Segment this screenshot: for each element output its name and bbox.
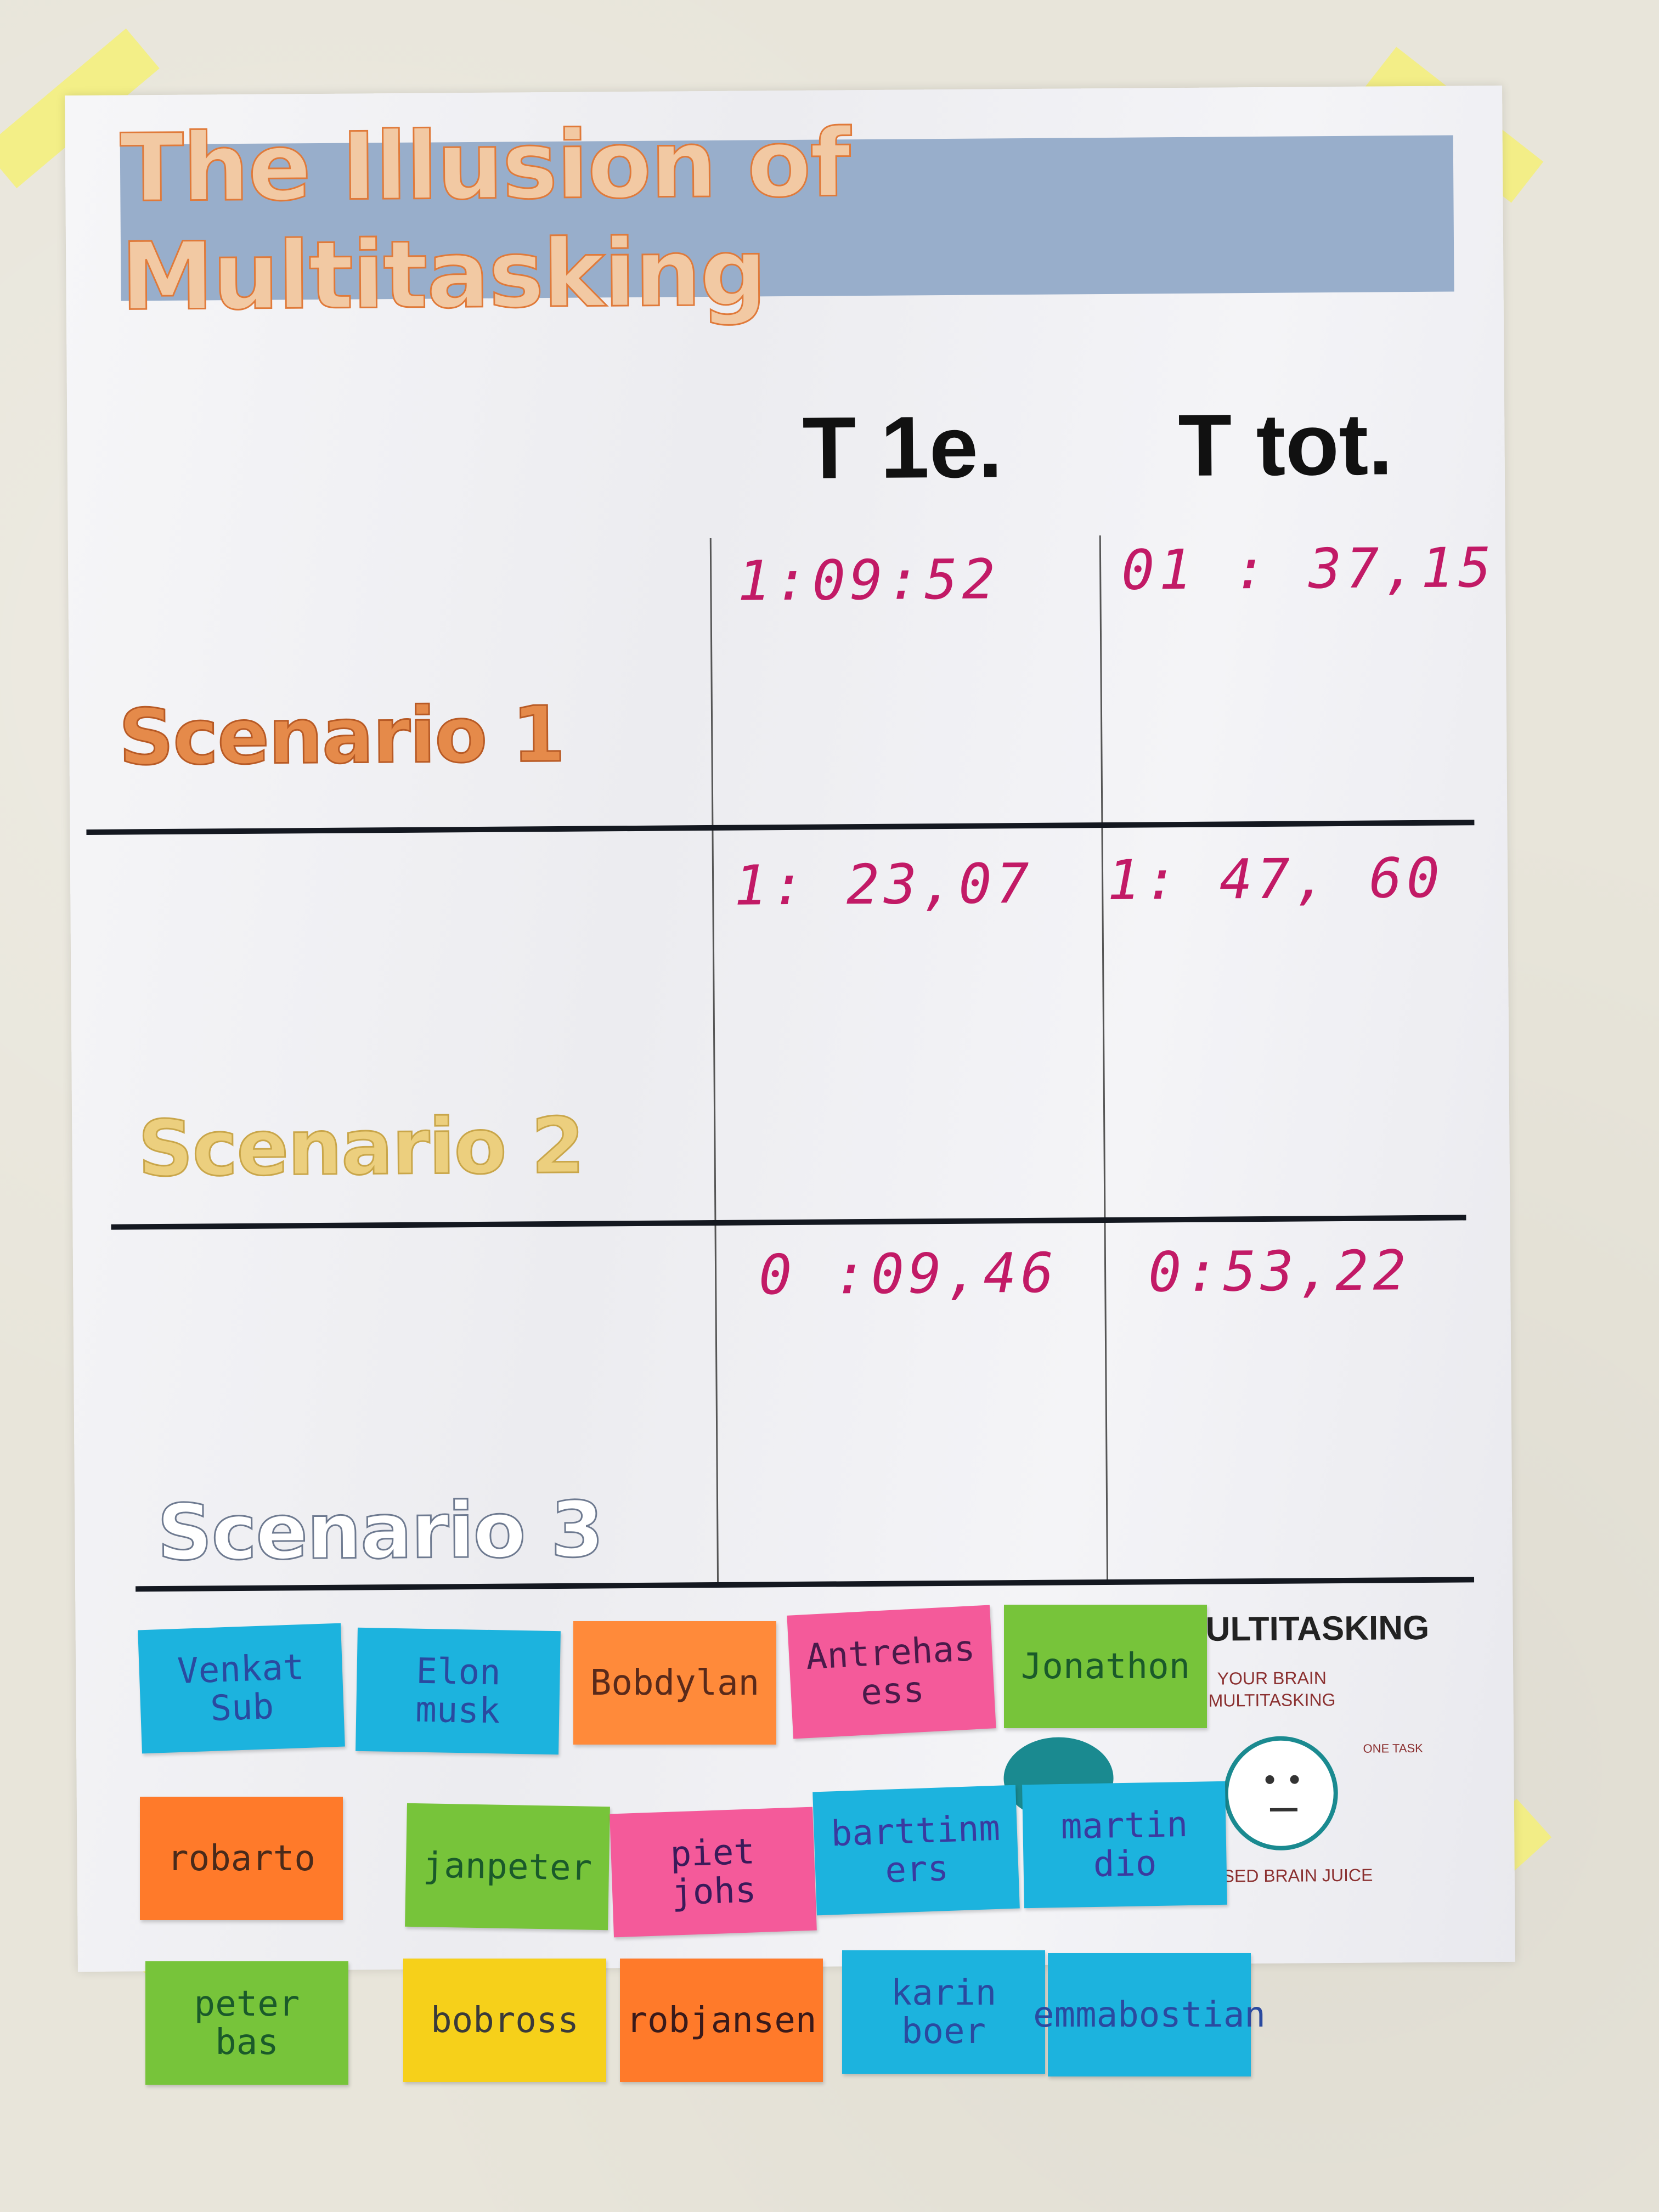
sticky-note: Elon musk xyxy=(356,1627,561,1755)
brain-illustration xyxy=(1223,1736,1338,1850)
sticky-note: piet johs xyxy=(610,1807,817,1938)
scenario-2-label: Scenario 2 xyxy=(137,1101,584,1195)
sticky-note: Jonathon xyxy=(1004,1605,1207,1728)
divider-vertical-2 xyxy=(1099,535,1109,1581)
scenario-2-t1: 1: 23,07 xyxy=(733,851,1034,918)
lower-panel-subheading: YOUR BRAIN MULTITASKING xyxy=(1208,1668,1336,1711)
scenario-3-ttot: 0:53,22 xyxy=(1148,1238,1410,1305)
divider-vertical-1 xyxy=(709,538,719,1583)
divider-row-1 xyxy=(86,820,1475,835)
scenario-2-ttot: 1: 47, 60 xyxy=(1107,845,1444,912)
sticky-note: emmabostian xyxy=(1033,1953,1266,2076)
sticky-note: martin dio xyxy=(1022,1781,1227,1909)
scenario-1-ttot: 01 : 37,15 xyxy=(1121,535,1496,602)
divider-row-2 xyxy=(111,1215,1466,1230)
sticky-note: Bobdylan xyxy=(573,1621,776,1745)
scenario-1-t1: 1:09:52 xyxy=(737,547,1000,613)
sticky-note: robjansen xyxy=(620,1959,823,2082)
sticky-note: Antrehas ess xyxy=(787,1605,996,1739)
sticky-note: janpeter xyxy=(405,1803,610,1931)
sticky-note: bobross xyxy=(403,1959,606,2082)
sticky-note: karin boer xyxy=(842,1950,1045,2074)
poster-title: The Illusion of Multitasking xyxy=(119,108,851,332)
scenario-1-label: Scenario 1 xyxy=(117,689,565,783)
column-header-t1: T 1e. xyxy=(802,397,1003,497)
sticky-note: barttinm ers xyxy=(812,1785,1020,1916)
lower-panel-one-task: ONE TASK xyxy=(1363,1741,1423,1756)
title-banner: The Illusion of Multitasking xyxy=(119,108,1454,332)
column-header-ttot: T tot. xyxy=(1177,394,1393,495)
divider-row-3 xyxy=(136,1577,1475,1592)
sticky-note: robarto xyxy=(140,1797,343,1920)
scenario-3-label: Scenario 3 xyxy=(156,1485,603,1579)
lower-panel-heading: ULTITASKING xyxy=(1205,1609,1430,1649)
scenario-3-t1: 0 :09,46 xyxy=(758,1240,1059,1307)
sticky-note: peter bas xyxy=(145,1961,348,2085)
sticky-note: Venkat Sub xyxy=(138,1623,345,1754)
